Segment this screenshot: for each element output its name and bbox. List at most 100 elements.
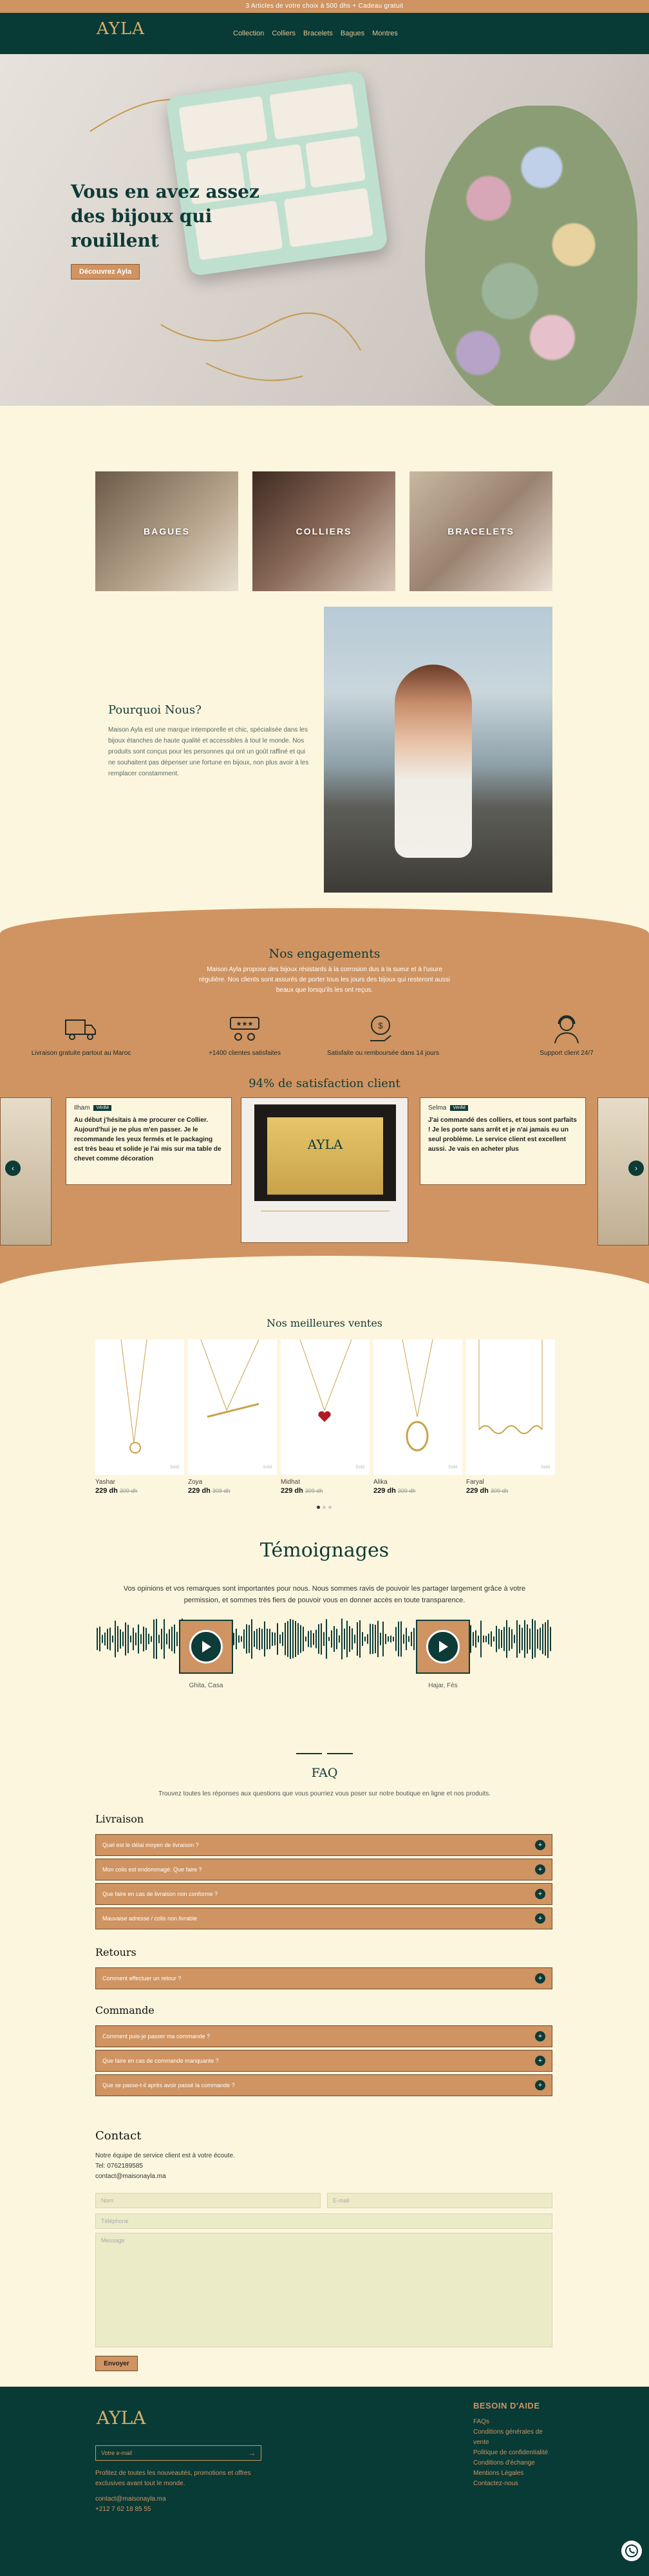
help-link-contact[interactable]: Contactez-nous bbox=[473, 2479, 557, 2489]
faq-subtitle: Trouvez toutes les réponses aux question… bbox=[158, 1790, 491, 1797]
faq-question-text: Que se passe-t-il après avoir passé la c… bbox=[102, 2082, 235, 2088]
product-image[interactable]: Sold bbox=[373, 1340, 462, 1475]
nav-item-collection[interactable]: Collection bbox=[233, 30, 264, 37]
product-price: 229 dh bbox=[373, 1487, 396, 1495]
product-card[interactable]: Sold Alika 229 dh 309 dh bbox=[373, 1340, 462, 1495]
nav-item-bagues[interactable]: Bagues bbox=[341, 30, 364, 37]
arrow-right-icon[interactable]: → bbox=[248, 2448, 256, 2458]
nav-item-colliers[interactable]: Colliers bbox=[272, 30, 296, 37]
carousel-dots[interactable] bbox=[317, 1506, 332, 1509]
faq-question[interactable]: Que se passe-t-il après avoir passé la c… bbox=[95, 2074, 552, 2096]
review-text: J'ai commandé des colliers, et tous sont… bbox=[428, 1117, 577, 1153]
category-card-bagues[interactable]: BAGUES bbox=[95, 471, 238, 591]
sold-label: Sold bbox=[169, 1465, 179, 1470]
feature-label: Support client 24/7 bbox=[540, 1050, 594, 1057]
brand-logo[interactable]: AYLA bbox=[97, 19, 145, 39]
faq-question[interactable]: Que faire en cas de commande manquante ?… bbox=[95, 2050, 552, 2072]
plus-icon: + bbox=[535, 1864, 545, 1875]
hero-title: Vous en avez assez des bijoux qui rouill… bbox=[71, 181, 259, 251]
carousel-prev-button[interactable]: ‹ bbox=[5, 1160, 21, 1176]
sold-label: Sold bbox=[355, 1465, 364, 1470]
product-card[interactable]: Sold Faryal 229 dh 309 dh bbox=[466, 1340, 555, 1495]
category-card-bracelets[interactable]: BRACELETS bbox=[409, 471, 552, 591]
engagements-title: Nos engagements bbox=[268, 947, 381, 961]
footer-contact: contact@maisonayla.ma +212 7 62 18 85 55 bbox=[95, 2494, 166, 2515]
product-old-price: 309 dh bbox=[212, 1488, 230, 1494]
help-link-privacy[interactable]: Politique de confidentialité bbox=[473, 2448, 557, 2458]
help-link-exchange[interactable]: Conditions d'échange bbox=[473, 2458, 557, 2468]
product-old-price: 309 dh bbox=[490, 1488, 509, 1494]
product-name: Midhat bbox=[281, 1479, 301, 1486]
send-button[interactable]: Envoyer bbox=[95, 2356, 138, 2371]
carousel-next-button[interactable]: › bbox=[628, 1160, 644, 1176]
newsletter-email-input[interactable]: Votre e-mail → bbox=[95, 2445, 261, 2461]
product-card[interactable]: Sold Midhat 229 dh 309 dh bbox=[281, 1340, 370, 1495]
audio-play-button[interactable] bbox=[179, 1620, 233, 1674]
footer-logo[interactable]: AYLA bbox=[97, 2407, 146, 2429]
sold-label: Sold bbox=[540, 1465, 550, 1470]
help-link-legal[interactable]: Mentions Légales bbox=[473, 2468, 557, 2479]
contact-info: Notre équipe de service client est à vot… bbox=[95, 2151, 235, 2182]
faq-question[interactable]: Comment puis-je passer ma commande ? + bbox=[95, 2025, 552, 2047]
packaging-logo: AYLA bbox=[307, 1137, 343, 1152]
testimonials-text: Vos opinions et vos remarques sont impor… bbox=[123, 1585, 526, 1604]
product-price: 229 dh bbox=[466, 1487, 489, 1495]
phone-field[interactable]: Téléphone bbox=[95, 2213, 552, 2229]
help-link-faqs[interactable]: FAQs bbox=[473, 2417, 557, 2427]
whatsapp-icon[interactable] bbox=[621, 2541, 642, 2561]
newsletter-text: Profitez de toutes les nouveautés, promo… bbox=[95, 2470, 251, 2487]
help-link-cgv[interactable]: Conditions générales de vente bbox=[473, 2427, 557, 2448]
nav-item-montres[interactable]: Montres bbox=[372, 30, 398, 37]
plus-icon: + bbox=[535, 2080, 545, 2090]
faq-question[interactable]: Mon colis est endommagé. Que faire ? + bbox=[95, 1859, 552, 1880]
discover-button[interactable]: Découvrez Ayla bbox=[71, 264, 140, 279]
hero-banner: Vous en avez assez des bijoux qui rouill… bbox=[0, 54, 649, 406]
nav-item-bracelets[interactable]: Bracelets bbox=[303, 30, 333, 37]
faq-question-text: Comment effectuer un retour ? bbox=[102, 1975, 182, 1982]
feature-label: Satisfaite ou remboursée dans 14 jours bbox=[327, 1050, 439, 1057]
model-beach-image bbox=[324, 607, 552, 893]
product-image[interactable]: Sold bbox=[466, 1340, 555, 1475]
sold-label: Sold bbox=[447, 1465, 457, 1470]
plus-icon: + bbox=[535, 1840, 545, 1850]
audio-waveform bbox=[97, 1618, 551, 1660]
audio-play-button[interactable] bbox=[416, 1620, 470, 1674]
help-title: BESOIN D'AIDE bbox=[473, 2401, 540, 2410]
faq-question[interactable]: Comment effectuer un retour ? + bbox=[95, 1967, 552, 1989]
support-agent-icon bbox=[549, 1011, 585, 1047]
category-card-colliers[interactable]: COLLIERS bbox=[252, 471, 395, 591]
product-old-price: 309 dh bbox=[119, 1488, 138, 1494]
footer-phone[interactable]: +212 7 62 18 85 55 bbox=[95, 2505, 166, 2515]
main-nav: Collection Colliers Bracelets Bagues Mon… bbox=[233, 30, 398, 37]
newsletter-placeholder: Votre e-mail bbox=[101, 2450, 133, 2456]
plus-icon: + bbox=[535, 2031, 545, 2041]
faq-question[interactable]: Que faire en cas de livraison non confor… bbox=[95, 1883, 552, 1905]
plus-icon: + bbox=[535, 1973, 545, 1984]
product-card[interactable]: Sold Yashar 229 dh 309 dh bbox=[95, 1340, 184, 1495]
plus-icon: + bbox=[535, 2056, 545, 2066]
contact-email[interactable]: contact@maisonayla.ma bbox=[95, 2172, 235, 2182]
why-text: Maison Ayla est une marque intemporelle … bbox=[108, 726, 309, 777]
engagements-text: Maison Ayla propose des bijoux résistant… bbox=[199, 966, 450, 994]
audio-author: Hajar, Fès bbox=[428, 1682, 458, 1689]
plus-icon: + bbox=[535, 1889, 545, 1899]
reviewer-name: Selma bbox=[428, 1104, 447, 1112]
product-card[interactable]: Sold Zoya 229 dh 309 dh bbox=[188, 1340, 277, 1495]
play-icon bbox=[426, 1630, 460, 1663]
footer-email[interactable]: contact@maisonayla.ma bbox=[95, 2494, 166, 2505]
announcement-bar: 3 Articles de votre choix à 500 dhs + Ca… bbox=[0, 0, 649, 13]
review-card: Ilham Vérifié Au début j'hésitais à me pr… bbox=[66, 1097, 232, 1185]
faq-question[interactable]: Mauvaise adresse / colis non livrable + bbox=[95, 1908, 552, 1929]
faq-question-text: Que faire en cas de livraison non confor… bbox=[102, 1891, 218, 1897]
product-image[interactable]: Sold bbox=[188, 1340, 277, 1475]
flower-bouquet-image bbox=[425, 106, 637, 406]
name-field[interactable]: Nom bbox=[95, 2193, 321, 2208]
reviewer-name: Ilham bbox=[74, 1104, 90, 1112]
product-image[interactable]: Sold bbox=[281, 1340, 370, 1475]
product-image[interactable]: Sold bbox=[95, 1340, 184, 1475]
svg-text:★★★: ★★★ bbox=[236, 1021, 254, 1028]
email-field[interactable]: E-mail bbox=[327, 2193, 552, 2208]
message-field[interactable]: Message bbox=[95, 2233, 552, 2347]
faq-question[interactable]: Quel est le délai moyen de livraison ? + bbox=[95, 1834, 552, 1856]
verified-badge: Vérifié bbox=[450, 1105, 469, 1111]
